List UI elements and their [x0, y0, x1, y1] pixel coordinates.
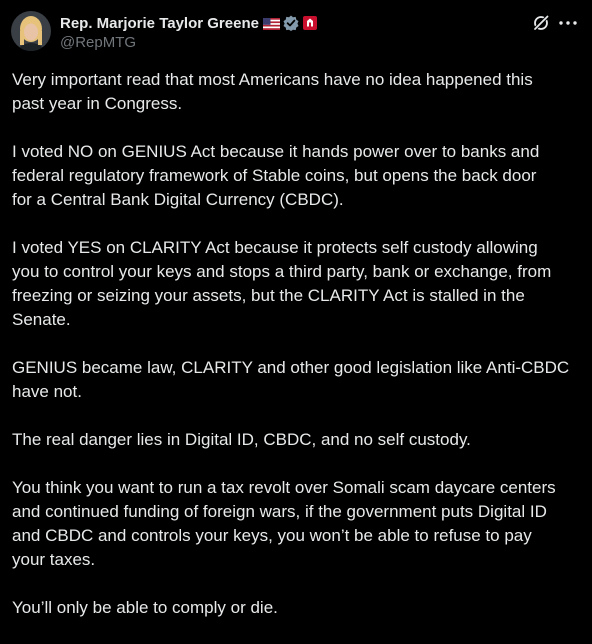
post-line: you to control your keys and stops a thi…: [12, 262, 552, 281]
post-line: freezing or seizing your assets, but the…: [12, 286, 525, 305]
post-line: The real danger lies in Digital ID, CBDC…: [12, 430, 471, 449]
post-paragraph: You think you want to run a tax revolt o…: [12, 476, 584, 572]
post-line: for a Central Bank Digital Currency (CBD…: [12, 190, 344, 209]
post-line: and continued funding of foreign wars, i…: [12, 502, 547, 521]
post-paragraph: I voted NO on GENIUS Act because it hand…: [12, 140, 584, 212]
more-options-icon[interactable]: [557, 13, 579, 33]
post-line: You’ll only be able to comply or die.: [12, 598, 278, 617]
grok-icon[interactable]: [531, 13, 551, 33]
post-text: Very important read that most Americans …: [12, 68, 584, 644]
post: Rep. Marjorie Taylor Greene @RepMTG Very…: [0, 0, 592, 631]
author-handle[interactable]: @RepMTG: [60, 34, 136, 51]
us-flag-icon: [262, 17, 280, 30]
post-paragraph: I voted YES on CLARITY Act because it pr…: [12, 236, 584, 332]
post-line: I voted NO on GENIUS Act because it hand…: [12, 142, 540, 161]
post-line: GENIUS became law, CLARITY and other goo…: [12, 358, 570, 377]
post-line: Very important read that most Americans …: [12, 70, 533, 89]
post-line: federal regulatory framework of Stable c…: [12, 166, 537, 185]
house-seal-badge-icon[interactable]: [302, 15, 318, 31]
author-name-row: Rep. Marjorie Taylor Greene: [60, 13, 318, 33]
post-header: Rep. Marjorie Taylor Greene @RepMTG: [0, 0, 592, 62]
post-line: have not.: [12, 382, 82, 401]
post-line: and CBDC and controls your keys, you won…: [12, 526, 532, 545]
post-paragraph: You’ll only be able to comply or die.: [12, 596, 584, 620]
avatar[interactable]: [11, 11, 51, 51]
post-line: I voted YES on CLARITY Act because it pr…: [12, 238, 538, 257]
post-line: You think you want to run a tax revolt o…: [12, 478, 556, 497]
post-line: your taxes.: [12, 550, 96, 569]
post-paragraph: GENIUS became law, CLARITY and other goo…: [12, 356, 584, 404]
post-paragraph: Very important read that most Americans …: [12, 68, 584, 116]
post-paragraph: The real danger lies in Digital ID, CBDC…: [12, 428, 584, 452]
post-line: past year in Congress.: [12, 94, 183, 113]
verified-badge-icon[interactable]: [283, 15, 299, 31]
post-line: Senate.: [12, 310, 71, 329]
author-name[interactable]: Rep. Marjorie Taylor Greene: [60, 15, 259, 32]
